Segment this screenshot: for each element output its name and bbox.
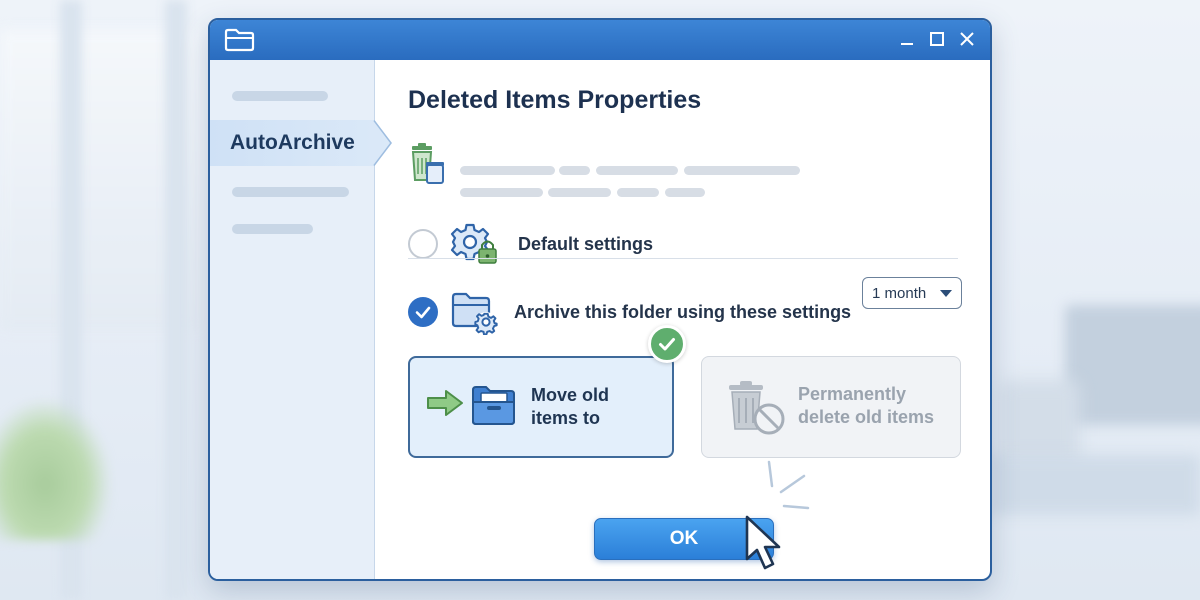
custom-settings-label: Archive this folder using these settings (514, 301, 852, 322)
sidebar-item-autoarchive[interactable]: AutoArchive (210, 120, 392, 166)
folder-icon (224, 28, 256, 57)
description-placeholder (460, 166, 555, 175)
gear-lock-icon (450, 221, 500, 267)
sidebar-item-label: AutoArchive (230, 131, 355, 154)
move-old-items-label: Move old items to (531, 385, 610, 428)
sidebar-item-placeholder[interactable] (232, 187, 349, 197)
move-old-items-card[interactable]: Move old items to (408, 356, 674, 458)
maximize-icon[interactable] (926, 28, 948, 50)
description-placeholder (460, 188, 543, 197)
checkmark-icon (415, 306, 431, 319)
recycle-bin-icon (408, 142, 448, 191)
selected-check-badge (648, 325, 686, 363)
title-bar[interactable] (210, 20, 990, 60)
description-placeholder (665, 188, 705, 197)
background-window-frame (165, 0, 187, 600)
content-panel: Deleted Items Properties Default setting… (376, 60, 990, 579)
default-settings-option[interactable]: Default settings (408, 221, 653, 267)
properties-dialog: AutoArchive Deleted Items Properties Def… (208, 18, 992, 581)
background-plant (0, 400, 110, 540)
permanently-delete-card[interactable]: Permanently delete old items (701, 356, 961, 458)
description-placeholder (559, 166, 590, 175)
default-settings-label: Default settings (518, 233, 654, 254)
description-placeholder (548, 188, 611, 197)
sidebar-item-placeholder[interactable] (232, 224, 313, 234)
folder-move-icon (470, 382, 518, 433)
background-monitor (1065, 305, 1200, 425)
minimize-icon[interactable] (896, 28, 918, 50)
arrow-right-icon (426, 388, 466, 423)
sidebar-item-placeholder[interactable] (232, 91, 328, 101)
sidebar: AutoArchive (210, 60, 392, 579)
close-icon[interactable] (956, 28, 978, 50)
archive-period-value: 1 month (872, 284, 927, 302)
checkmark-icon (659, 338, 675, 351)
custom-settings-option[interactable]: Archive this folder using these settings (408, 289, 851, 335)
page-title: Deleted Items Properties (408, 86, 702, 114)
folder-gear-icon (450, 289, 502, 335)
permanently-delete-label: Permanently delete old items (798, 384, 935, 427)
description-placeholder (617, 188, 659, 197)
archive-period-select[interactable]: 1 month (862, 277, 962, 309)
trash-prohibited-icon (726, 379, 788, 442)
divider (408, 258, 958, 259)
click-indicator-icon (767, 460, 810, 510)
default-settings-radio[interactable] (408, 229, 438, 259)
chevron-down-icon (940, 290, 952, 297)
description-placeholder (684, 166, 800, 175)
background-desk (990, 455, 1200, 515)
custom-settings-radio[interactable] (408, 297, 438, 327)
description-placeholder (596, 166, 678, 175)
mouse-cursor-icon (745, 515, 781, 570)
